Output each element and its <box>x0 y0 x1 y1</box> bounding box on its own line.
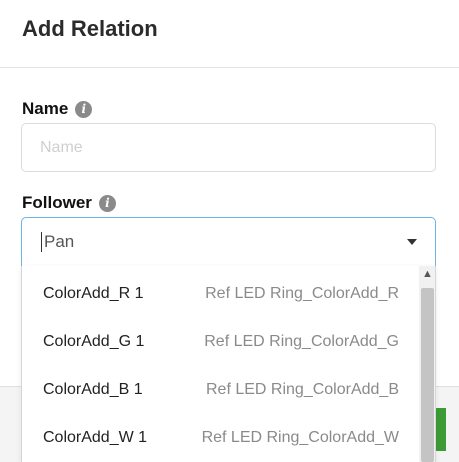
text-cursor <box>41 232 42 252</box>
option-name: ColorAdd_B 1 <box>43 381 143 398</box>
info-icon[interactable]: i <box>75 100 93 118</box>
list-item[interactable]: ColorAdd_B 1 Ref LED Ring_ColorAdd_B <box>22 362 418 410</box>
option-name: ColorAdd_G 1 <box>43 333 145 350</box>
options-scrollbar[interactable]: ▲ <box>419 266 435 462</box>
follower-options-list: ColorAdd_R 1 Ref LED Ring_ColorAdd_R Col… <box>21 266 436 462</box>
list-item[interactable]: ColorAdd_R 1 Ref LED Ring_ColorAdd_R <box>22 266 418 314</box>
option-description: Ref LED Ring_ColorAdd_B <box>206 381 399 398</box>
option-name: ColorAdd_W 1 <box>43 429 148 446</box>
option-name: ColorAdd_R 1 <box>43 285 144 302</box>
name-label-row: Name i <box>22 99 93 119</box>
name-label: Name <box>22 99 69 118</box>
list-item[interactable]: ColorAdd_W 1 Ref LED Ring_ColorAdd_W <box>22 410 418 458</box>
list-item[interactable]: ColorAdd_G 1 Ref LED Ring_ColorAdd_G <box>22 314 418 362</box>
follower-select[interactable]: Pan <box>21 217 436 267</box>
name-input[interactable] <box>21 123 436 172</box>
option-description: Ref LED Ring_ColorAdd_W <box>201 429 399 446</box>
option-description: Ref LED Ring_ColorAdd_G <box>204 333 399 350</box>
dialog-header: Add Relation <box>0 0 459 68</box>
chevron-up-icon[interactable]: ▲ <box>422 269 433 280</box>
chevron-down-icon[interactable] <box>407 239 417 245</box>
follower-select-value[interactable]: Pan <box>44 232 74 252</box>
follower-label-row: Follower i <box>22 193 116 213</box>
dialog-title: Add Relation <box>22 16 158 41</box>
info-icon[interactable]: i <box>98 194 116 212</box>
scrollbar-thumb[interactable] <box>421 288 434 462</box>
follower-label: Follower <box>22 193 92 212</box>
option-description: Ref LED Ring_ColorAdd_R <box>205 285 399 302</box>
